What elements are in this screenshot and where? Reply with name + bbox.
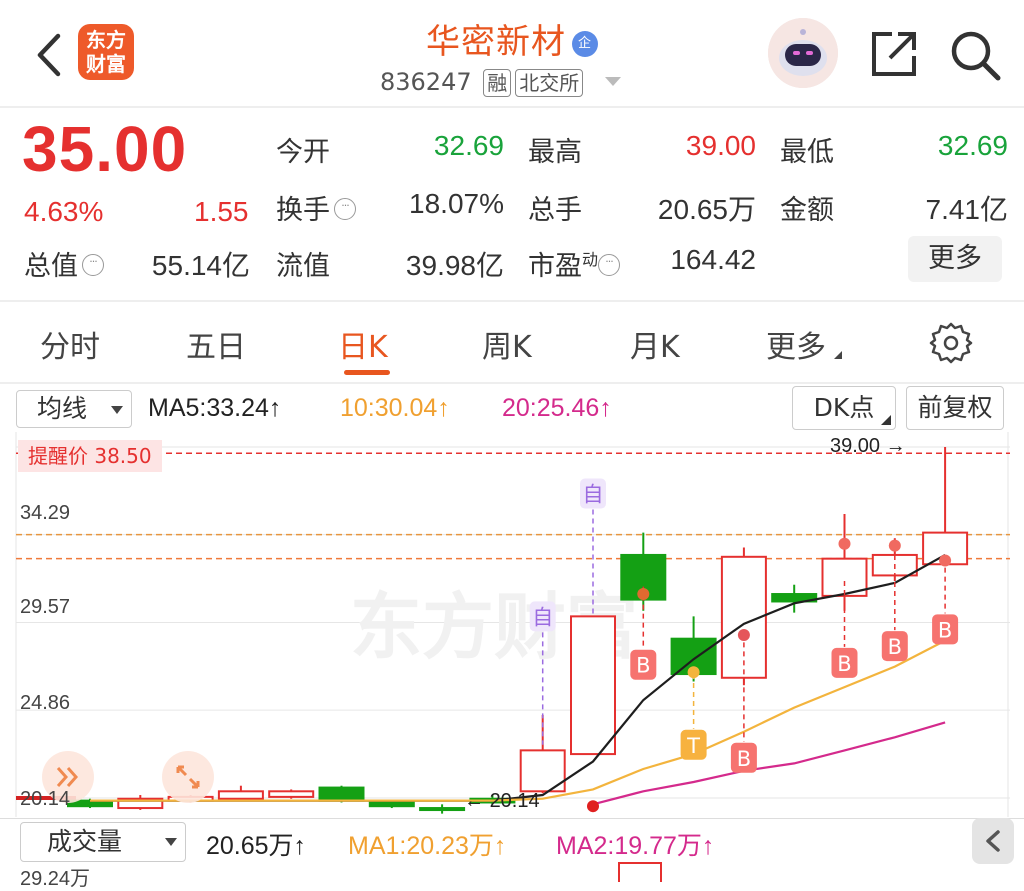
pe-value: 164.42 <box>670 244 756 275</box>
signal-dot <box>737 628 750 641</box>
y-tick-label: 34.29 <box>20 502 71 524</box>
signal-dot <box>888 539 901 552</box>
amount-value: 7.41亿 <box>925 194 1009 225</box>
quote-divider <box>0 300 1024 302</box>
candle-body <box>268 790 315 798</box>
chevron-down-icon[interactable] <box>604 77 621 86</box>
y-tick-label: 24.86 <box>20 692 71 714</box>
robot-avatar-icon[interactable] <box>768 18 838 88</box>
high-marker-label: 39.00 → <box>830 435 906 457</box>
candle-body <box>217 790 264 800</box>
mktcap-value: 55.14亿 <box>151 250 250 281</box>
candle-body <box>368 801 415 808</box>
tab-monthly-k[interactable]: 月K <box>630 322 680 366</box>
amount-label: 金额 <box>780 195 834 226</box>
stock-code-row[interactable]: 836247 融北交所 <box>380 68 621 97</box>
volume-ma2-label: MA2:19.77万↑ <box>556 832 715 860</box>
signal-dot <box>637 588 650 601</box>
volume-value-label: 20.65万↑ <box>206 832 307 860</box>
buy-marker-text: B <box>938 618 952 642</box>
volume-bar <box>618 862 662 882</box>
tab-weekly-k[interactable]: 周K <box>482 322 532 366</box>
info-icon[interactable]: ··· <box>82 254 104 276</box>
buy-marker-text: B <box>837 652 851 676</box>
mktcap-label[interactable]: 总值 ··· <box>24 244 104 283</box>
more-quote-button[interactable]: 更多 <box>908 236 1002 282</box>
volume-y-top-label: 29.24万 <box>20 868 91 890</box>
enterprise-badge: 企 <box>572 31 598 57</box>
turnover-label[interactable]: 换手 ··· <box>276 188 356 227</box>
low-label: 最低 <box>780 137 834 168</box>
tab-minute[interactable]: 分时 <box>40 322 100 366</box>
signal-dot <box>939 554 952 567</box>
volume-ma1-label: MA1:20.23万↑ <box>348 832 507 860</box>
signal-dot <box>838 537 851 550</box>
exchange-tag: 北交所 <box>515 69 584 97</box>
adjust-select-button[interactable]: 前复权 <box>906 386 1004 430</box>
alert-price-label[interactable]: 提醒价 38.50 <box>18 440 162 472</box>
candle-body <box>318 786 365 802</box>
turnover-value: 18.07% <box>409 188 504 219</box>
dk-point-button[interactable]: DK点 <box>792 386 896 430</box>
self-select-marker-text: 自 <box>532 605 553 629</box>
indicator-select[interactable]: 均线 <box>16 390 132 428</box>
change-percent: 4.63% <box>24 196 104 227</box>
tab-more[interactable]: 更多 <box>766 322 842 366</box>
ma10-label: 10:30.04↑ <box>340 394 450 422</box>
candlestick-chart[interactable]: 东方财富自自BBBBBT <box>0 432 1024 822</box>
stock-code: 836247 <box>380 68 472 96</box>
expand-arrows-icon[interactable] <box>162 751 214 803</box>
pe-label[interactable]: 市盈动 ··· <box>528 244 621 283</box>
header-divider <box>0 106 1024 108</box>
volume-select[interactable]: 成交量 <box>20 822 186 862</box>
share-icon[interactable] <box>868 28 920 80</box>
high-value: 39.00 <box>685 130 756 161</box>
low-marker-label: ← 20.14 <box>464 790 540 812</box>
corner-triangle-icon <box>834 351 842 359</box>
margin-tag: 融 <box>483 69 512 97</box>
ma-line-ma20 <box>592 721 946 806</box>
stock-name: 华密新材 <box>426 22 566 62</box>
change-amount: 1.55 <box>194 196 249 227</box>
float-value: 39.98亿 <box>405 250 504 281</box>
y-tick-label: 29.57 <box>20 596 71 618</box>
volume-divider <box>0 818 1024 819</box>
candle-body <box>419 807 466 812</box>
tab-five-day[interactable]: 五日 <box>186 322 246 366</box>
dropdown-arrow-icon <box>111 406 123 414</box>
high-label: 最高 <box>528 137 582 168</box>
buy-marker-text: B <box>636 654 650 678</box>
search-icon[interactable] <box>948 28 1002 82</box>
gear-icon[interactable] <box>928 320 974 366</box>
float-label: 流值 <box>276 251 330 282</box>
signal-dot <box>687 666 700 679</box>
low-value: 32.69 <box>937 130 1008 161</box>
tabs-divider <box>0 382 1024 384</box>
active-tab-indicator <box>344 370 390 375</box>
tab-daily-k[interactable]: 日K <box>338 322 388 366</box>
corner-triangle-icon <box>881 415 891 425</box>
candle-body <box>570 615 616 756</box>
info-icon[interactable]: ··· <box>598 254 621 276</box>
current-price: 35.00 <box>22 113 188 185</box>
ma5-label: MA5:33.24↑ <box>148 394 282 422</box>
y-tick-label: 20.14 <box>20 788 71 810</box>
dropdown-arrow-icon <box>165 838 177 846</box>
open-value: 32.69 <box>433 130 504 161</box>
buy-marker-text: B <box>737 747 751 771</box>
self-select-marker-text: 自 <box>583 483 604 507</box>
signal-dot <box>587 800 599 813</box>
info-icon[interactable]: ··· <box>334 198 356 220</box>
volume-label: 总手 <box>528 195 582 226</box>
ma20-label: 20:25.46↑ <box>502 394 612 422</box>
collapse-panel-button[interactable] <box>972 818 1014 864</box>
t-marker-text: T <box>686 734 700 758</box>
buy-marker-text: B <box>888 635 902 659</box>
volume-value: 20.65万 <box>657 194 756 225</box>
open-label: 今开 <box>276 137 330 168</box>
chevron-left-icon <box>986 830 1000 852</box>
